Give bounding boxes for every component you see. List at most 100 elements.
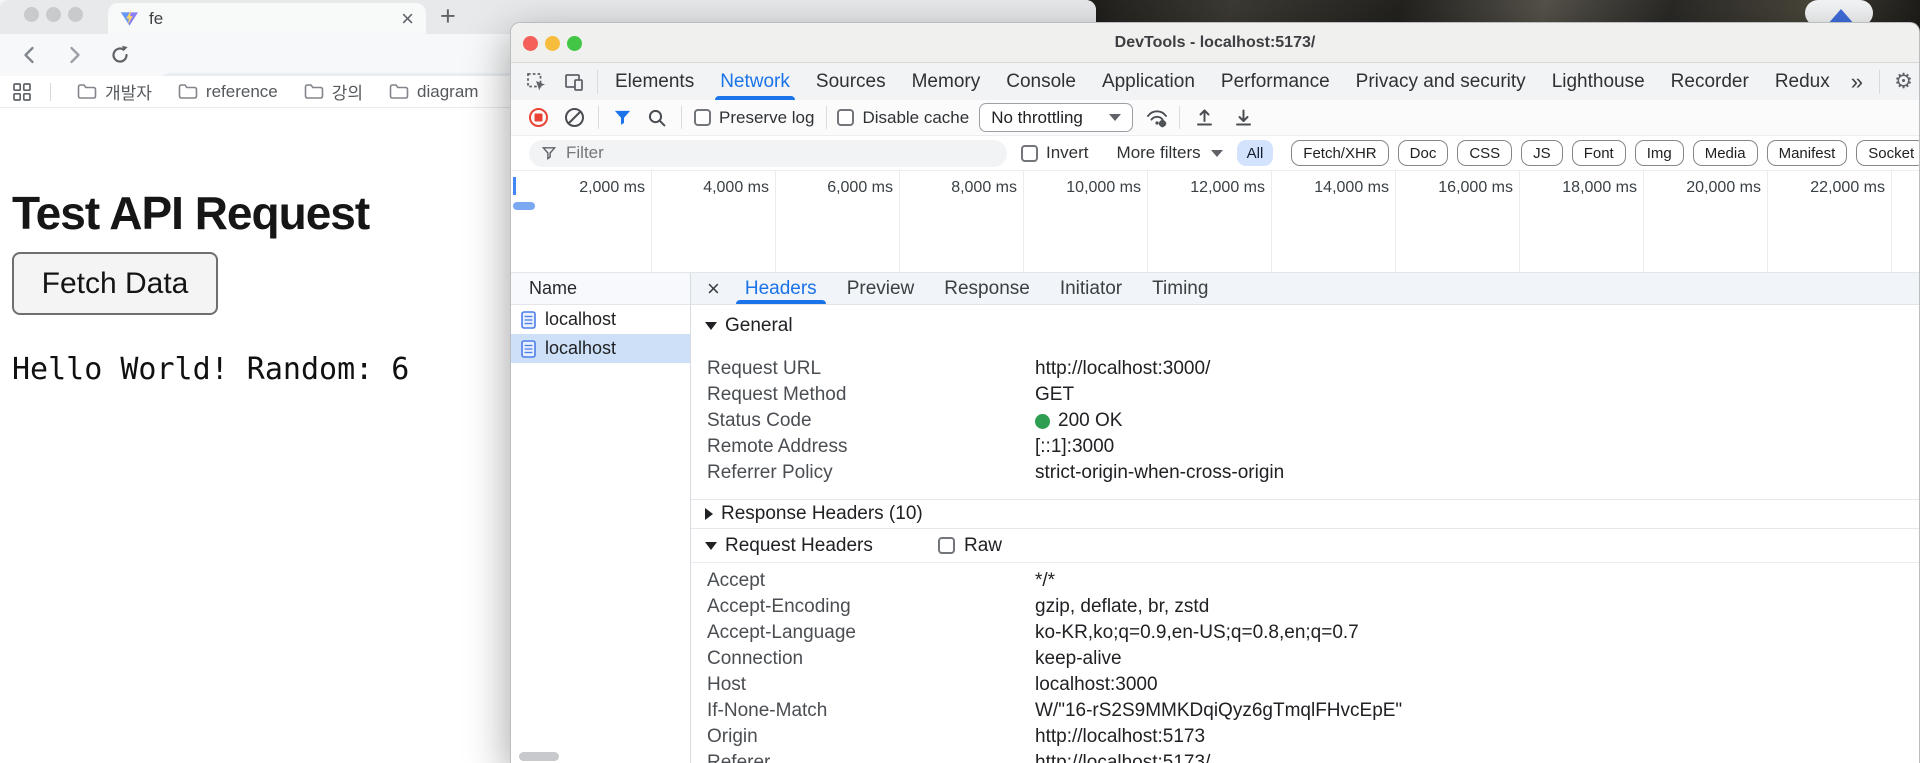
back-icon[interactable] — [18, 43, 42, 67]
preserve-log-checkbox[interactable]: Preserve log — [694, 108, 814, 128]
header-row: Referrer Policy strict-origin-when-cross… — [691, 460, 1919, 486]
apps-grid-icon[interactable] — [12, 82, 32, 102]
traffic-light-minimize[interactable] — [545, 36, 560, 51]
timeline-tick: 16,000 ms — [1413, 179, 1513, 197]
checkbox-box[interactable] — [1021, 145, 1038, 162]
traffic-light-zoom[interactable] — [567, 36, 582, 51]
tab-memory[interactable]: Memory — [899, 63, 994, 100]
settings-gear-icon[interactable]: ⚙ — [1894, 69, 1913, 94]
tab-application[interactable]: Application — [1089, 63, 1208, 100]
general-rows: Request URL http://localhost:3000/ Reque… — [691, 356, 1919, 486]
request-row[interactable]: localhost — [511, 305, 690, 334]
forward-icon[interactable] — [62, 43, 86, 67]
chip-doc[interactable]: Doc — [1398, 140, 1449, 166]
tab-redux[interactable]: Redux — [1762, 63, 1843, 100]
header-row: Accept */* — [691, 568, 1919, 594]
raw-toggle[interactable]: Raw — [938, 535, 1002, 557]
throttling-dropdown[interactable]: No throttling — [979, 103, 1133, 132]
header-row: Accept-Encoding gzip, deflate, br, zstd — [691, 594, 1919, 620]
detail-tab-response[interactable]: Response — [929, 273, 1045, 304]
checkbox-box[interactable] — [694, 109, 711, 126]
fetch-data-button[interactable]: Fetch Data — [12, 252, 218, 315]
tab-recorder[interactable]: Recorder — [1658, 63, 1762, 100]
request-list-pane: Name localhost — [511, 273, 691, 763]
filter-input[interactable] — [566, 143, 995, 163]
export-har-icon[interactable] — [1233, 107, 1254, 128]
chip-fetch-xhr[interactable]: Fetch/XHR — [1291, 140, 1388, 166]
horizontal-scrollbar-thumb[interactable] — [519, 752, 559, 761]
disable-cache-checkbox[interactable]: Disable cache — [837, 108, 969, 128]
chip-img[interactable]: Img — [1635, 140, 1684, 166]
tab-privacy-and-security[interactable]: Privacy and security — [1343, 63, 1539, 100]
new-tab-button[interactable]: + — [440, 1, 456, 32]
clear-network-log-icon[interactable] — [564, 107, 585, 128]
tab-performance[interactable]: Performance — [1208, 63, 1343, 100]
status-ok-dot — [1035, 414, 1050, 429]
traffic-light-close-inactive[interactable] — [24, 7, 39, 22]
dropdown-caret-icon — [1211, 150, 1223, 157]
page-title: Test API Request — [12, 186, 369, 240]
reload-icon[interactable] — [108, 43, 132, 67]
device-toolbar-icon[interactable] — [563, 71, 585, 93]
detail-tab-timing[interactable]: Timing — [1137, 273, 1223, 304]
bookmarks-divider — [50, 83, 51, 101]
checkbox-box[interactable] — [837, 109, 854, 126]
bookmark-folder-reference[interactable]: reference — [178, 82, 278, 102]
tab-lighthouse[interactable]: Lighthouse — [1539, 63, 1658, 100]
timeline-tick: 22,000 ms — [1785, 179, 1885, 197]
chip-socket[interactable]: Socket — [1856, 140, 1920, 166]
tab-close-icon[interactable]: × — [401, 8, 414, 30]
request-row-selected[interactable]: localhost — [511, 334, 690, 363]
tab-console[interactable]: Console — [993, 63, 1089, 100]
chip-media[interactable]: Media — [1693, 140, 1758, 166]
bookmark-folder-devjob[interactable]: 개발자 — [77, 79, 152, 104]
record-network-log-icon[interactable] — [528, 107, 549, 128]
filter-input-pill[interactable] — [529, 140, 1007, 167]
import-har-icon[interactable] — [1194, 107, 1215, 128]
traffic-light-minimize-inactive[interactable] — [46, 7, 61, 22]
bookmark-folder-lecture[interactable]: 강의 — [304, 79, 363, 104]
browser-tab[interactable]: fe × — [108, 3, 426, 34]
checkbox-box[interactable] — [938, 537, 955, 554]
chip-all[interactable]: All — [1237, 140, 1274, 166]
network-toolbar: Preserve log Disable cache No throttling — [511, 100, 1919, 136]
chip-manifest[interactable]: Manifest — [1767, 140, 1848, 166]
general-section-header[interactable]: General — [705, 315, 793, 337]
collapse-triangle-icon — [705, 542, 717, 550]
traffic-light-zoom-inactive[interactable] — [68, 7, 83, 22]
chip-font[interactable]: Font — [1572, 140, 1626, 166]
tab-elements[interactable]: Elements — [602, 63, 707, 100]
toolbar-divider — [598, 106, 599, 129]
request-list-header[interactable]: Name — [511, 273, 690, 305]
more-filters-dropdown[interactable]: More filters — [1117, 143, 1223, 163]
close-detail-icon[interactable]: × — [707, 276, 720, 302]
request-headers-section-header[interactable]: Request Headers Raw — [691, 529, 1919, 563]
tab-title: fe — [149, 9, 401, 29]
timeline-gridline — [1147, 171, 1148, 272]
network-conditions-icon[interactable] — [1145, 107, 1169, 129]
toolbar-divider — [1179, 106, 1180, 129]
response-headers-section-header[interactable]: Response Headers (10) — [691, 499, 1919, 529]
timeline-gridline — [1643, 171, 1644, 272]
folder-icon — [77, 83, 97, 100]
invert-checkbox[interactable]: Invert — [1021, 143, 1089, 163]
chip-css[interactable]: CSS — [1457, 140, 1512, 166]
more-tabs-icon[interactable]: » — [1843, 69, 1871, 95]
tab-network[interactable]: Network — [707, 63, 803, 100]
inspect-element-icon[interactable] — [525, 71, 547, 93]
filter-funnel-icon[interactable] — [613, 108, 632, 127]
detail-tab-initiator[interactable]: Initiator — [1045, 273, 1137, 304]
timeline-gridline — [775, 171, 776, 272]
traffic-light-close[interactable] — [523, 36, 538, 51]
bookmark-folder-diagram[interactable]: diagram — [389, 82, 478, 102]
network-overview-timeline[interactable]: 2,000 ms 4,000 ms 6,000 ms 8,000 ms 10,0… — [511, 171, 1919, 273]
chip-js[interactable]: JS — [1521, 140, 1563, 166]
timeline-tick: 18,000 ms — [1537, 179, 1637, 197]
devtools-title-bar[interactable]: DevTools - localhost:5173/ — [511, 23, 1919, 63]
timeline-gridline — [1891, 171, 1892, 272]
detail-tab-headers[interactable]: Headers — [730, 273, 832, 304]
detail-tab-preview[interactable]: Preview — [832, 273, 930, 304]
search-icon[interactable] — [647, 108, 667, 128]
tab-sources[interactable]: Sources — [803, 63, 899, 100]
header-row: Referer http://localhost:5173/ — [691, 750, 1919, 763]
